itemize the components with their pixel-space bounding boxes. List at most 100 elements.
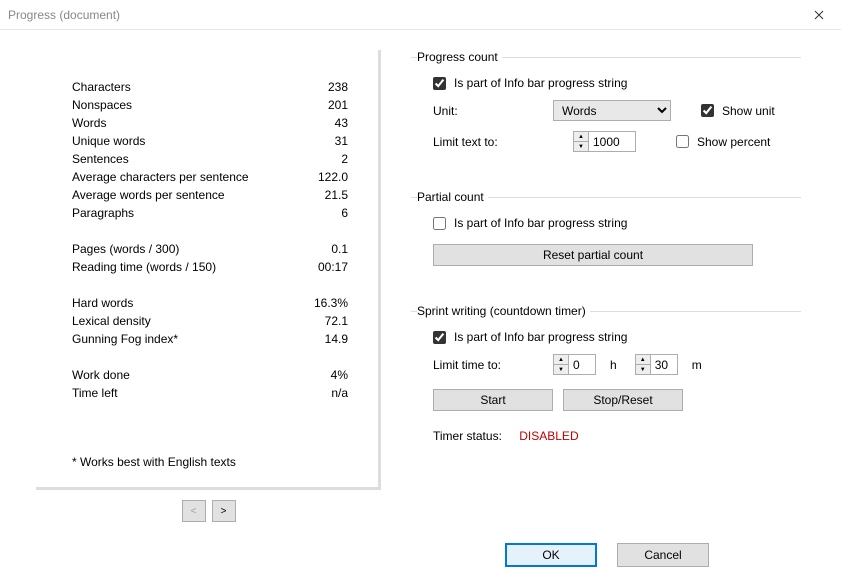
timer-status-value: DISABLED xyxy=(519,429,578,443)
ok-button[interactable]: OK xyxy=(505,543,597,567)
next-page-button[interactable]: > xyxy=(212,500,236,522)
stat-label: Time left xyxy=(72,384,118,402)
minutes-suffix: m xyxy=(692,358,702,372)
prev-page-button[interactable]: < xyxy=(182,500,206,522)
stat-label: Words xyxy=(72,114,106,132)
progress-ispart-checkbox[interactable] xyxy=(433,77,446,90)
stat-label: Paragraphs xyxy=(72,204,134,222)
footnote: * Works best with English texts xyxy=(72,455,236,469)
hours-suffix: h xyxy=(610,358,617,372)
stat-label: Characters xyxy=(72,78,131,96)
stat-row: Lexical density 72.1 xyxy=(72,312,348,330)
sprint-ispart-label: Is part of Info bar progress string xyxy=(454,330,627,344)
stat-row: Characters 238 xyxy=(72,78,348,96)
minutes-spinner[interactable]: ▲▼ xyxy=(635,354,678,375)
spinner-buttons[interactable]: ▲▼ xyxy=(636,355,651,374)
stat-row: Reading time (words / 150) 00:17 xyxy=(72,258,348,276)
stat-row: Sentences 2 xyxy=(72,150,348,168)
limit-text-spinner[interactable]: ▲▼ xyxy=(573,131,636,152)
stat-row: Paragraphs 6 xyxy=(72,204,348,222)
stat-label: Reading time (words / 150) xyxy=(72,258,216,276)
titlebar: Progress (document) xyxy=(0,0,841,30)
stat-label: Average words per sentence xyxy=(72,186,225,204)
stat-row: Gunning Fog index* 14.9 xyxy=(72,330,348,348)
window-title: Progress (document) xyxy=(8,8,120,22)
show-unit-row[interactable]: Show unit xyxy=(701,104,775,118)
stat-row: Pages (words / 300) 0.1 xyxy=(72,240,348,258)
progress-count-legend: Progress count xyxy=(417,50,502,64)
stat-value: 6 xyxy=(341,204,348,222)
partial-ispart-label: Is part of Info bar progress string xyxy=(454,216,627,230)
unit-select[interactable]: Words xyxy=(553,100,671,121)
progress-count-group: Progress count Is part of Info bar progr… xyxy=(411,50,801,170)
stop-reset-button[interactable]: Stop/Reset xyxy=(563,389,683,411)
close-button[interactable] xyxy=(796,0,841,30)
stat-row: Words 43 xyxy=(72,114,348,132)
stat-value: 14.9 xyxy=(325,330,348,348)
show-percent-checkbox[interactable] xyxy=(676,135,689,148)
stat-row: Unique words 31 xyxy=(72,132,348,150)
stat-value: n/a xyxy=(331,384,348,402)
timer-status-row: Timer status: DISABLED xyxy=(433,429,791,443)
stat-value: 0.1 xyxy=(331,240,348,258)
stat-value: 201 xyxy=(328,96,348,114)
stat-label: Average characters per sentence xyxy=(72,168,249,186)
sprint-ispart-checkbox[interactable] xyxy=(433,331,446,344)
stat-value: 31 xyxy=(335,132,348,150)
stat-value: 21.5 xyxy=(325,186,348,204)
stats-panel: Characters238Nonspaces201Words43Unique w… xyxy=(36,50,381,490)
timer-status-label: Timer status: xyxy=(433,429,502,443)
stat-value: 4% xyxy=(331,366,348,384)
stat-label: Work done xyxy=(72,366,130,384)
show-unit-checkbox[interactable] xyxy=(701,104,714,117)
sprint-legend: Sprint writing (countdown timer) xyxy=(417,304,590,318)
stat-label: Sentences xyxy=(72,150,129,168)
partial-ispart-checkbox[interactable] xyxy=(433,217,446,230)
progress-ispart-label: Is part of Info bar progress string xyxy=(454,76,627,90)
sprint-group: Sprint writing (countdown timer) Is part… xyxy=(411,304,801,461)
stat-label: Pages (words / 300) xyxy=(72,240,179,258)
stat-label: Lexical density xyxy=(72,312,151,330)
stats-group-1: Characters238Nonspaces201Words43Unique w… xyxy=(72,78,348,222)
stat-row: Work done 4% xyxy=(72,366,348,384)
start-button[interactable]: Start xyxy=(433,389,553,411)
sprint-ispart-row[interactable]: Is part of Info bar progress string xyxy=(433,330,791,344)
partial-ispart-row[interactable]: Is part of Info bar progress string xyxy=(433,216,791,230)
show-percent-row[interactable]: Show percent xyxy=(676,135,770,149)
stats-group-3: Hard words16.3%Lexical density72.1Gunnin… xyxy=(72,294,348,348)
stat-value: 238 xyxy=(328,78,348,96)
minutes-input[interactable] xyxy=(651,355,677,374)
limit-text-input[interactable] xyxy=(589,132,635,151)
stat-row: Hard words16.3% xyxy=(72,294,348,312)
stat-value: 16.3% xyxy=(314,294,348,312)
show-unit-label: Show unit xyxy=(722,104,775,118)
stat-value: 122.0 xyxy=(318,168,348,186)
hours-spinner[interactable]: ▲▼ xyxy=(553,354,596,375)
stat-value: 00:17 xyxy=(318,258,348,276)
dialog-buttons: OK Cancel xyxy=(505,543,709,567)
cancel-button[interactable]: Cancel xyxy=(617,543,709,567)
progress-ispart-row[interactable]: Is part of Info bar progress string xyxy=(433,76,791,90)
hours-input[interactable] xyxy=(569,355,595,374)
stats-group-4: Work done 4% Time left n/a xyxy=(72,366,348,402)
reset-partial-button[interactable]: Reset partial count xyxy=(433,244,753,266)
stat-row: Nonspaces 201 xyxy=(72,96,348,114)
spinner-buttons[interactable]: ▲▼ xyxy=(574,132,589,151)
stat-value: 2 xyxy=(341,150,348,168)
stat-value: 43 xyxy=(335,114,348,132)
stat-row: Average characters per sentence 122.0 xyxy=(72,168,348,186)
stat-row: Average words per sentence 21.5 xyxy=(72,186,348,204)
partial-count-group: Partial count Is part of Info bar progre… xyxy=(411,190,801,284)
stat-label: Nonspaces xyxy=(72,96,132,114)
stat-value: 72.1 xyxy=(325,312,348,330)
stat-label: Gunning Fog index* xyxy=(72,330,178,348)
unit-label: Unit: xyxy=(433,104,543,118)
limit-text-label: Limit text to: xyxy=(433,135,543,149)
stat-row: Time left n/a xyxy=(72,384,348,402)
spinner-buttons[interactable]: ▲▼ xyxy=(554,355,569,374)
show-percent-label: Show percent xyxy=(697,135,770,149)
stat-label: Unique words xyxy=(72,132,145,150)
stats-group-2: Pages (words / 300)0.1Reading time (word… xyxy=(72,240,348,276)
limit-time-label: Limit time to: xyxy=(433,358,543,372)
pager: < > xyxy=(36,500,381,522)
